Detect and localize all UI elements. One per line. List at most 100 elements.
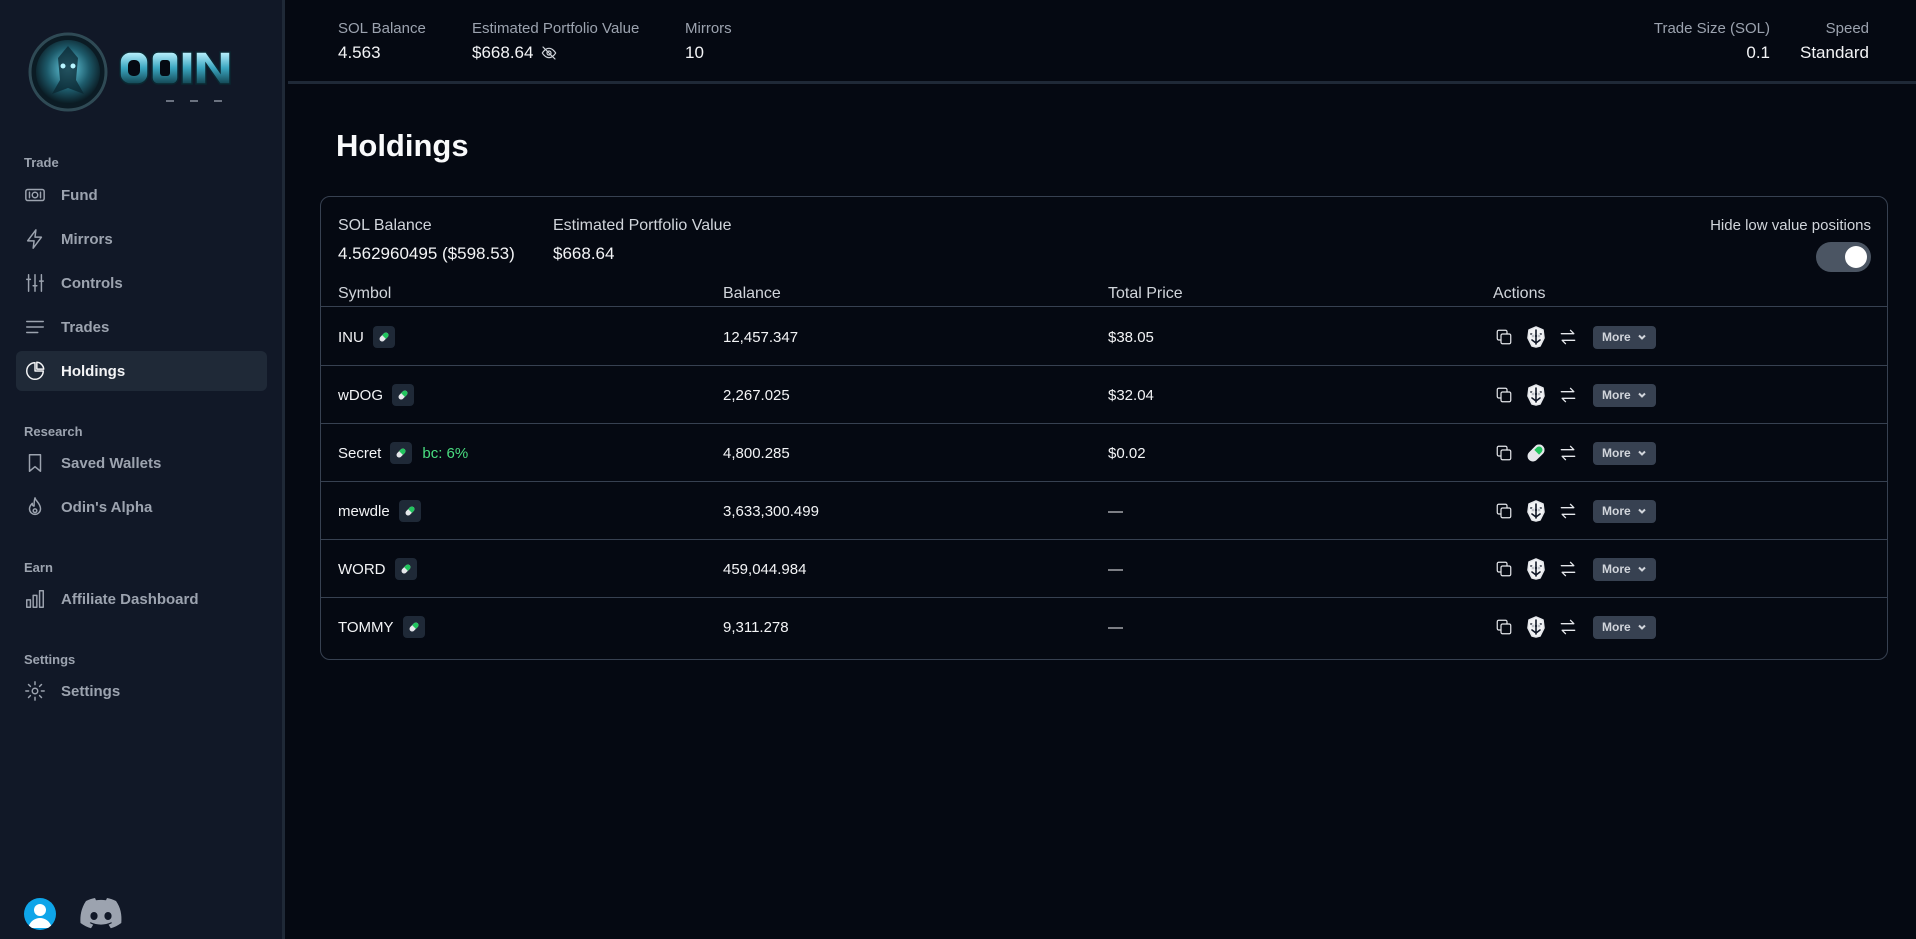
sidebar-item-label: Mirrors: [61, 230, 113, 248]
pill-icon[interactable]: [394, 558, 417, 580]
topbar: SOL Balance 4.563 Estimated Portfolio Va…: [288, 0, 1916, 84]
odin-mask-icon[interactable]: [1525, 384, 1547, 406]
pill-icon[interactable]: [392, 384, 414, 406]
copy-icon[interactable]: [1493, 384, 1515, 406]
more-button[interactable]: More: [1593, 499, 1656, 523]
sidebar-item-mirrors[interactable]: Mirrors: [16, 219, 267, 259]
symbol-text[interactable]: mewdle: [338, 503, 390, 520]
hide-low-value-toggle[interactable]: [1816, 242, 1871, 272]
sidebar-item-label: Saved Wallets: [61, 454, 162, 472]
stat-label: Mirrors: [685, 20, 732, 37]
sidebar-item-controls[interactable]: Controls: [16, 263, 267, 303]
pill-icon[interactable]: [390, 442, 413, 464]
swap-icon[interactable]: [1557, 558, 1579, 580]
section-title-earn: Earn: [24, 560, 53, 575]
gear-icon: [24, 680, 46, 702]
sidebar-item-saved-wallets[interactable]: Saved Wallets: [16, 443, 267, 483]
more-label: More: [1602, 504, 1631, 518]
sidebar-item-holdings[interactable]: Holdings: [16, 351, 267, 391]
total-price-cell: —: [1108, 618, 1123, 636]
sidebar-item-label: Trades: [61, 318, 110, 336]
symbol-text[interactable]: wDOG: [338, 387, 383, 404]
copy-icon[interactable]: [1493, 442, 1515, 464]
sidebar-item-fund[interactable]: Fund: [16, 175, 267, 215]
odin-logo[interactable]: [28, 32, 250, 114]
symbol-cell: TOMMY: [338, 598, 425, 656]
chevron-down-icon: [1637, 566, 1646, 572]
stat-label: SOL Balance: [338, 217, 432, 234]
table-row: INU 12,457.347 $38.05 More: [321, 308, 1887, 366]
symbol-text[interactable]: INU: [338, 329, 364, 346]
balance-cell: 4,800.285: [723, 444, 790, 462]
topbar-speed[interactable]: Speed Standard: [1800, 20, 1869, 63]
topbar-trade-size[interactable]: Trade Size (SOL) 0.1: [1654, 20, 1770, 63]
sidebar-item-settings[interactable]: Settings: [16, 671, 267, 711]
bookmark-icon: [24, 452, 46, 474]
money-icon: [24, 184, 46, 206]
stat-label: Trade Size (SOL): [1653, 20, 1770, 37]
sidebar: Trade Fund Mirrors Controls Trades Holdi…: [0, 0, 285, 939]
odin-mask-icon[interactable]: [1525, 500, 1547, 522]
table-row: WORD 459,044.984 — More: [321, 540, 1887, 598]
more-button[interactable]: More: [1593, 383, 1656, 407]
hide-low-value-label: Hide low value positions: [1710, 217, 1871, 234]
sidebar-item-label: Holdings: [61, 362, 126, 380]
pill-action-icon[interactable]: [1525, 442, 1547, 464]
more-button[interactable]: More: [1593, 615, 1656, 639]
sidebar-item-odins-alpha[interactable]: Odin's Alpha: [16, 487, 267, 527]
sliders-icon: [24, 272, 46, 294]
sidebar-item-affiliate-dashboard[interactable]: Affiliate Dashboard: [16, 579, 267, 619]
stat-value: $668.64: [553, 244, 615, 263]
more-button[interactable]: More: [1593, 441, 1656, 465]
table-row: TOMMY 9,311.278 — More: [321, 598, 1887, 656]
symbol-text[interactable]: TOMMY: [338, 619, 394, 636]
symbol-cell: mewdle: [338, 482, 421, 540]
swap-icon[interactable]: [1557, 326, 1579, 348]
column-header-symbol: Symbol: [338, 285, 392, 302]
odin-mask-icon[interactable]: [1525, 558, 1547, 580]
table-row: Secret bc: 6% 4,800.285 $0.02 More: [321, 424, 1887, 482]
copy-icon[interactable]: [1493, 616, 1515, 638]
topbar-mirrors: Mirrors 10: [685, 20, 732, 63]
stat-value: Standard: [1800, 43, 1869, 62]
symbol-text[interactable]: WORD: [338, 561, 386, 578]
copy-icon[interactable]: [1493, 558, 1515, 580]
pill-icon[interactable]: [402, 616, 425, 638]
table-header: Symbol Balance Total Price Actions: [321, 285, 1887, 307]
more-button[interactable]: More: [1593, 325, 1656, 349]
swap-icon[interactable]: [1557, 616, 1579, 638]
swap-icon[interactable]: [1557, 500, 1579, 522]
odin-mask-icon[interactable]: [1525, 616, 1547, 638]
discord-icon[interactable]: [79, 897, 123, 931]
more-button[interactable]: More: [1593, 557, 1656, 581]
more-label: More: [1602, 562, 1631, 576]
actions-cell: More: [1493, 424, 1656, 482]
symbol-cell: Secret bc: 6%: [338, 424, 468, 482]
eye-off-icon[interactable]: [541, 45, 557, 61]
swap-icon[interactable]: [1557, 384, 1579, 406]
page-title: Holdings: [336, 128, 469, 163]
copy-icon[interactable]: [1493, 500, 1515, 522]
copy-icon[interactable]: [1493, 326, 1515, 348]
table-row: wDOG 2,267.025 $32.04 More: [321, 366, 1887, 424]
column-header-actions: Actions: [1493, 285, 1546, 302]
sidebar-item-trades[interactable]: Trades: [16, 307, 267, 347]
avatar[interactable]: [24, 898, 56, 930]
column-header-total-price: Total Price: [1108, 285, 1183, 302]
stat-label: Speed: [1825, 20, 1869, 37]
odin-mask-icon[interactable]: [1525, 326, 1547, 348]
chevron-down-icon: [1637, 624, 1646, 630]
pill-icon[interactable]: [372, 326, 395, 348]
holdings-card: SOL Balance 4.562960495 ($598.53) Estima…: [320, 196, 1888, 660]
stat-value: 4.562960495 ($598.53): [338, 244, 515, 263]
actions-cell: More: [1493, 308, 1656, 366]
pie-chart-icon: [24, 360, 46, 382]
symbol-cell: WORD: [338, 540, 417, 598]
pill-icon[interactable]: [398, 500, 421, 522]
section-title-trade: Trade: [24, 155, 59, 170]
more-label: More: [1602, 330, 1631, 344]
swap-icon[interactable]: [1557, 442, 1579, 464]
symbol-text[interactable]: Secret: [338, 445, 381, 462]
total-price-cell: $0.02: [1108, 444, 1146, 462]
total-price-cell: $38.05: [1108, 328, 1154, 346]
